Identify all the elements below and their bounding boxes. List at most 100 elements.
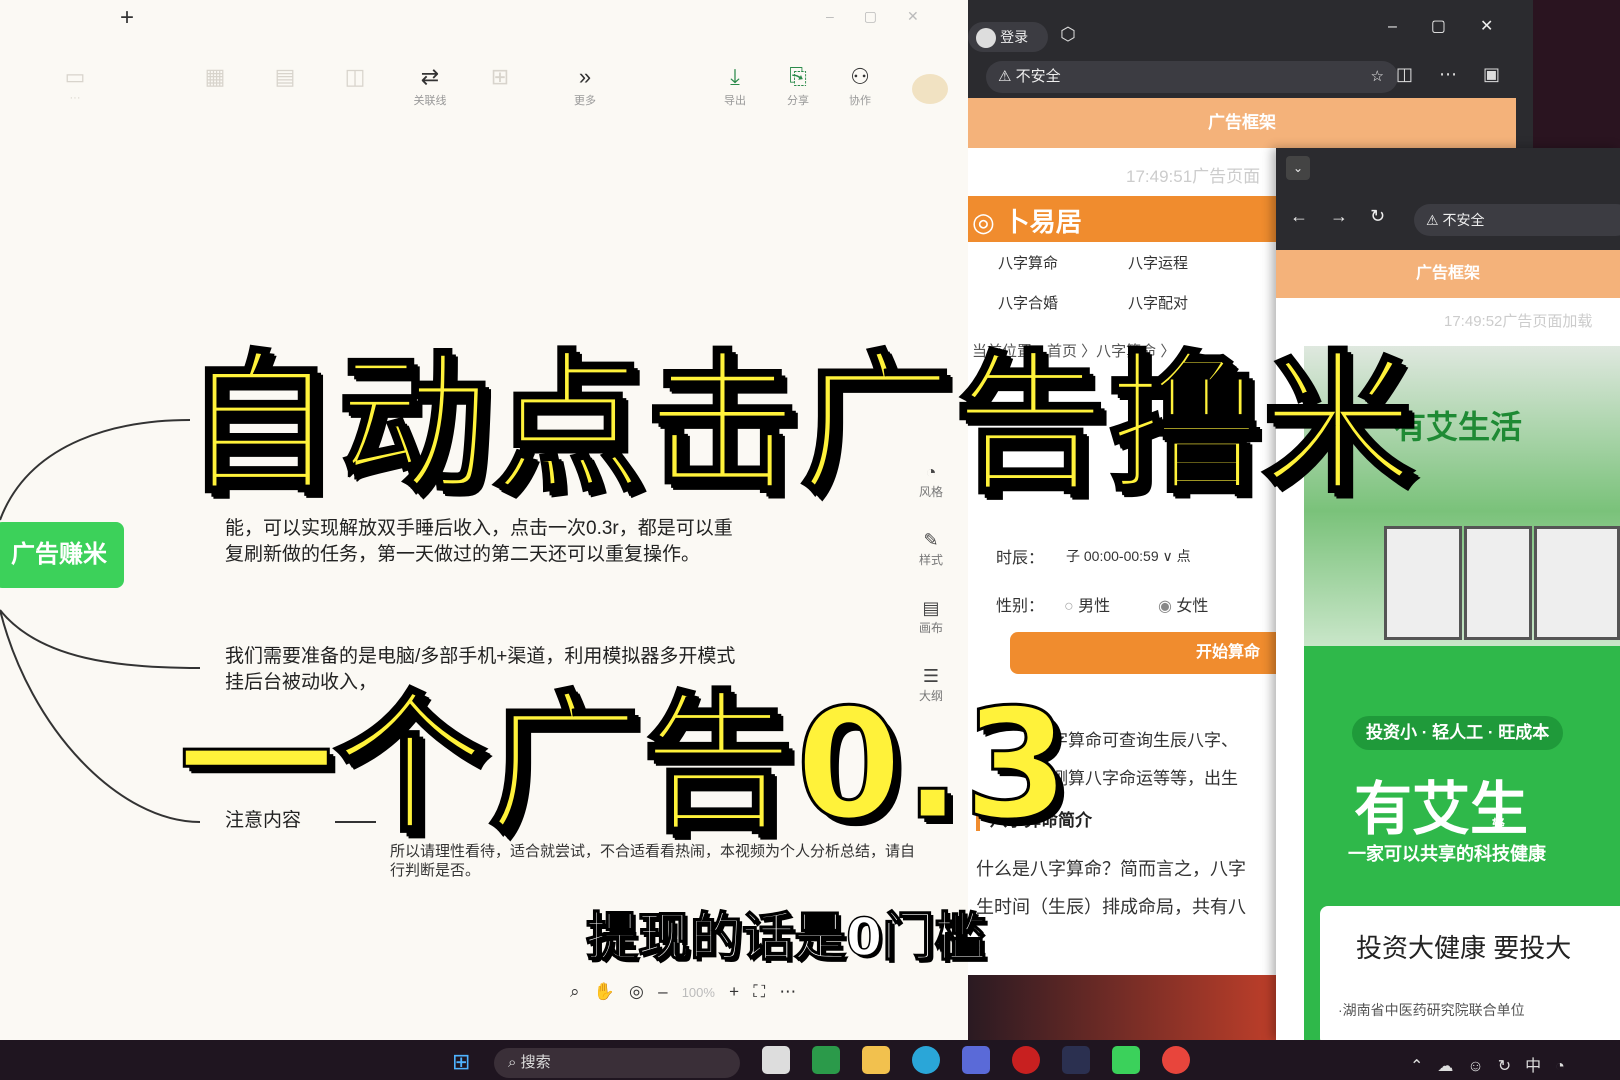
nav-link[interactable]: 八字运程 [1128,252,1188,273]
back-icon[interactable]: ← [1290,206,1330,226]
start-icon[interactable]: ⊞ [452,1050,470,1074]
sidebar-icon[interactable]: ▣ [1483,64,1526,84]
side-canvas-button[interactable]: ▤ 画布 [908,598,954,636]
root-node[interactable]: 广告赚米 [0,522,124,588]
toolbar-more-button[interactable]: » 更多 [555,62,615,108]
record-icon[interactable] [1012,1046,1040,1074]
node-text-1[interactable]: 能，可以实现解放双手睡后收入，点击一次0.3r，都是可以重 复刷新做的任务，第一… [225,516,733,568]
brand-big: 有艾生 [1354,777,1529,842]
nav-link[interactable]: 八字算命 [998,252,1058,273]
toolbar-faded-item[interactable]: ◫ [325,62,385,92]
root-node-label: 广告赚米 [11,541,107,568]
more-icon: » [578,64,592,89]
more-options-icon[interactable]: ⋯ [779,982,796,1001]
store-image [1464,526,1532,640]
avatar[interactable] [912,74,948,104]
zoom-bar: ⌕ ✋ ◎ – 100% + ⛶ ⋯ [570,982,796,1002]
nav-link[interactable]: 八字配对 [1128,292,1188,313]
toolbar-faded-item[interactable]: ⊞ [470,62,530,92]
toolbar-faded-item[interactable]: ▭ ··· [45,62,105,104]
ad-timestamp-2: 17:49:52广告页面加载 [1444,313,1593,330]
wechat-icon[interactable] [1112,1046,1140,1074]
ad-timestamp: 17:49:51广告页面 [1126,167,1261,186]
zoom-in-button[interactable]: + [729,982,739,1001]
forward-icon[interactable]: → [1330,206,1370,226]
gender-male-option[interactable]: ○ 男性 [1064,592,1110,616]
taskbar-search[interactable]: ⌕ 搜索 [494,1048,740,1078]
zoom-level: 100% [681,985,715,1000]
split-screen-icon[interactable]: ◫ [1396,64,1439,84]
ad-frame-header: 广告框架 [968,98,1516,148]
brand-small-badge: 轻 [1492,817,1506,832]
org-text: ·湖南省中医药研究院联合单位 [1338,1002,1525,1018]
browser-window-2: ⌄ ←→↻ ⚠ 不安全 广告框架 17:49:52广告页面加载 有艾生活 投资小… [1276,148,1620,1040]
app-icon[interactable] [1062,1046,1090,1074]
browser1-footer-banner [968,975,1288,1040]
chrome-icon[interactable] [1162,1046,1190,1074]
reload-icon[interactable]: ↻ [1370,206,1407,226]
task-view-icon[interactable] [762,1046,790,1074]
toolbar-collaborate-button[interactable]: ⚇ 协作 [830,62,890,108]
toolbar-connection-button[interactable]: ⇄ 关联线 [400,62,460,108]
store-images [1374,526,1620,640]
nav-link[interactable]: 八字合婚 [998,292,1058,313]
browser2-nav-icons: ←→↻ [1290,206,1407,227]
browser1-window-controls: –▢✕ [1388,16,1527,36]
start-button[interactable]: 开始算命 [1010,632,1290,674]
maximize-icon[interactable]: ▢ [1431,18,1480,35]
login-button[interactable]: 登录 [968,22,1048,52]
cloud-icon[interactable]: ☁ [1437,1058,1467,1075]
locate-icon[interactable]: ◎ [629,982,644,1001]
tab-list-icon[interactable]: ⌄ [1286,156,1310,180]
input-language[interactable]: 中 [1525,1058,1555,1075]
toolbar-export-button[interactable]: ⤓ 导出 [705,62,765,108]
app-icon[interactable] [812,1046,840,1074]
minimize-icon[interactable]: – [1388,18,1431,35]
address-bar[interactable]: ⚠ 不安全 ☆ [986,61,1398,93]
zoom-out-button[interactable]: – [658,982,667,1001]
star-icon[interactable]: ☆ [1371,61,1384,93]
file-explorer-icon[interactable] [862,1046,890,1074]
search-icon[interactable]: ⌕ [570,982,580,1001]
gender-label: 性别： [996,598,1045,615]
toolbar-faded-item[interactable]: ▤ [255,62,315,92]
toolbar-share-button[interactable]: ⎘ 分享 [768,62,828,108]
fit-screen-icon[interactable]: ⛶ [753,982,765,1001]
toolbar-faded-item[interactable]: ▦ [185,62,245,92]
user-icon[interactable]: ☺ [1467,1058,1497,1075]
ad-frame-header-2: 广告框架 [1276,250,1620,298]
workspaces-icon[interactable]: ⬡ [1060,24,1076,45]
slogan: 投资小 · 轻人工 · 旺成本 [1352,716,1564,750]
connection-icon: ⇄ [420,64,440,89]
user-icon [976,28,996,49]
hour-select[interactable]: 子 00:00-00:59 ∨ 点 [1066,546,1191,566]
canvas-icon: ▤ [922,598,940,618]
store-icon[interactable] [962,1046,990,1074]
store-image [1384,526,1462,640]
search-icon: ⌕ [508,1054,517,1071]
radio-checked-icon: ◉ [1158,598,1172,615]
hour-label: 时辰： [996,550,1045,567]
taskbar [0,1040,1620,1080]
wifi-icon[interactable]: ◔ [1555,1058,1579,1075]
browser1-toolbar-icons: ◫⋯▣ [1396,64,1526,85]
gender-female-option[interactable]: ◉ 女性 [1158,592,1208,616]
new-tab-button[interactable]: + [120,4,134,32]
chevron-up-icon[interactable]: ⌃ [1410,1058,1437,1075]
site-logo[interactable]: ◎ 卜易居 [972,202,1082,239]
side-format-button[interactable]: ✎ 样式 [908,530,954,568]
edge-browser-icon[interactable] [912,1046,940,1074]
close-icon[interactable]: ✕ [1480,18,1527,35]
hand-icon[interactable]: ✋ [594,982,615,1001]
refresh-icon[interactable]: ↻ [1498,1058,1525,1075]
subtitle-caption: 提现的话是0门槛 [585,907,987,969]
menu-icon[interactable]: ⋯ [1439,64,1483,84]
scrollbar[interactable] [1516,98,1533,148]
content-card: 投资大健康 要投大 ·湖南省中医药研究院联合单位 [1320,906,1620,1040]
minimize-icon[interactable]: – [826,8,864,24]
address-bar-2[interactable]: ⚠ 不安全 [1414,204,1620,236]
window-controls: –▢✕ [826,8,949,25]
maximize-icon[interactable]: ▢ [864,8,907,24]
headline: 投资大健康 要投大 [1356,933,1572,963]
close-icon[interactable]: ✕ [907,8,949,24]
